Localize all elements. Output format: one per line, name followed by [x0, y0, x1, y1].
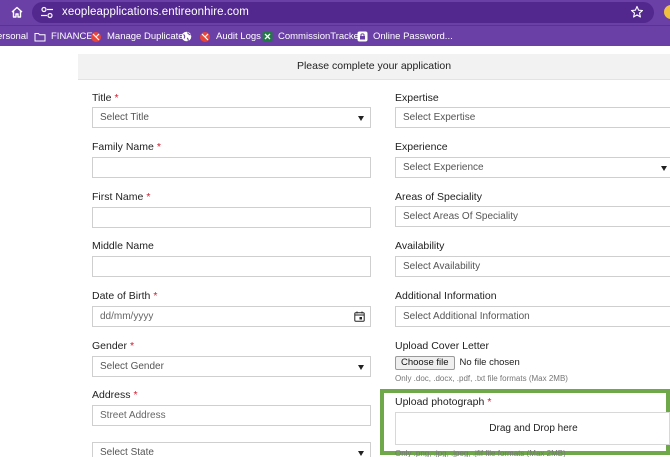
photograph-hint: Only .png, .jpg, .jpeg, .jfif file forma…	[395, 449, 566, 457]
chevron-down-icon	[661, 166, 667, 171]
expertise-select[interactable]: Select Expertise	[395, 107, 670, 128]
calendar-icon[interactable]	[354, 311, 365, 322]
title-select[interactable]: Select Title	[92, 107, 371, 128]
url-text[interactable]: xeopleapplications.entireonhire.com	[62, 6, 249, 18]
globe-icon	[181, 31, 192, 42]
availability-select[interactable]: Select Availability	[395, 256, 670, 277]
bookmark-audit-logs[interactable]: Audit Logs	[199, 29, 261, 44]
site-settings-icon[interactable]	[40, 6, 54, 19]
folder-icon	[34, 32, 46, 41]
bookmark-red-icon	[91, 31, 101, 42]
title-label: Title *	[92, 92, 119, 104]
areas-of-speciality-label: Areas of Speciality	[395, 191, 482, 203]
first-name-field[interactable]	[93, 208, 370, 227]
bookmark-commission-tracker[interactable]: CommissionTracke...	[262, 29, 367, 44]
street-address-field[interactable]	[93, 406, 370, 425]
address-label: Address *	[92, 389, 138, 401]
bookmark-manage-duplicates[interactable]: Manage Duplicates	[90, 29, 188, 44]
form-banner: Please complete your application	[78, 54, 670, 80]
bookmark-personal[interactable]: ersonal	[0, 29, 28, 44]
bookmark-finance[interactable]: FINANCE	[34, 29, 93, 44]
street-address-input[interactable]	[92, 405, 371, 426]
cover-letter-file-input: Choose file No file chosen	[395, 355, 520, 370]
photograph-label: Upload photograph *	[395, 396, 492, 408]
gender-label: Gender *	[92, 340, 135, 352]
experience-label: Experience	[395, 141, 448, 153]
middle-name-field[interactable]	[93, 257, 370, 276]
chevron-down-icon	[358, 451, 364, 456]
form-banner-text: Please complete your application	[296, 60, 452, 72]
dob-field[interactable]	[93, 307, 370, 326]
state-select[interactable]: Select State	[92, 442, 371, 457]
dob-label: Date of Birth *	[92, 290, 158, 302]
bookmark-star-icon[interactable]	[630, 5, 644, 19]
family-name-input[interactable]	[92, 157, 371, 178]
expertise-label: Expertise	[395, 92, 439, 104]
profile-avatar[interactable]	[664, 5, 670, 19]
excel-icon	[262, 31, 273, 42]
dob-input[interactable]	[92, 306, 371, 327]
browser-toolbar: xeopleapplications.entireonhire.com	[0, 0, 670, 25]
choose-file-button[interactable]: Choose file	[395, 355, 455, 370]
middle-name-input[interactable]	[92, 256, 371, 277]
additional-information-select[interactable]: Select Additional Information	[395, 306, 670, 327]
bookmarks-bar: ersonal FINANCE Manage Duplicates Audit …	[0, 25, 670, 46]
bookmark-red-icon	[200, 31, 210, 42]
chevron-down-icon	[358, 116, 364, 121]
experience-select[interactable]: Select Experience	[395, 157, 670, 178]
cover-letter-label: Upload Cover Letter	[395, 340, 489, 352]
address-bar[interactable]: xeopleapplications.entireonhire.com	[32, 2, 654, 23]
first-name-input[interactable]	[92, 207, 371, 228]
photo-dropzone[interactable]: Drag and Drop here	[395, 412, 670, 445]
home-icon[interactable]	[10, 5, 24, 19]
middle-name-label: Middle Name	[92, 240, 154, 252]
cover-letter-hint: Only .doc, .docx, .pdf, .txt file format…	[395, 374, 568, 383]
password-icon	[357, 31, 368, 42]
gender-select[interactable]: Select Gender	[92, 356, 371, 377]
dropzone-text: Drag and Drop here	[489, 423, 578, 434]
bookmark-online-password[interactable]: Online Password...	[357, 29, 453, 44]
file-status: No file chosen	[459, 357, 520, 368]
availability-label: Availability	[395, 240, 445, 252]
family-name-field[interactable]	[93, 158, 370, 177]
first-name-label: First Name *	[92, 191, 151, 203]
bookmark-globe[interactable]	[181, 29, 197, 44]
areas-of-speciality-select[interactable]: Select Areas Of Speciality	[395, 206, 670, 227]
application-page: Please complete your application Title * …	[0, 46, 670, 457]
chevron-down-icon	[358, 365, 364, 370]
additional-information-label: Additional Information	[395, 290, 497, 302]
family-name-label: Family Name *	[92, 141, 161, 153]
